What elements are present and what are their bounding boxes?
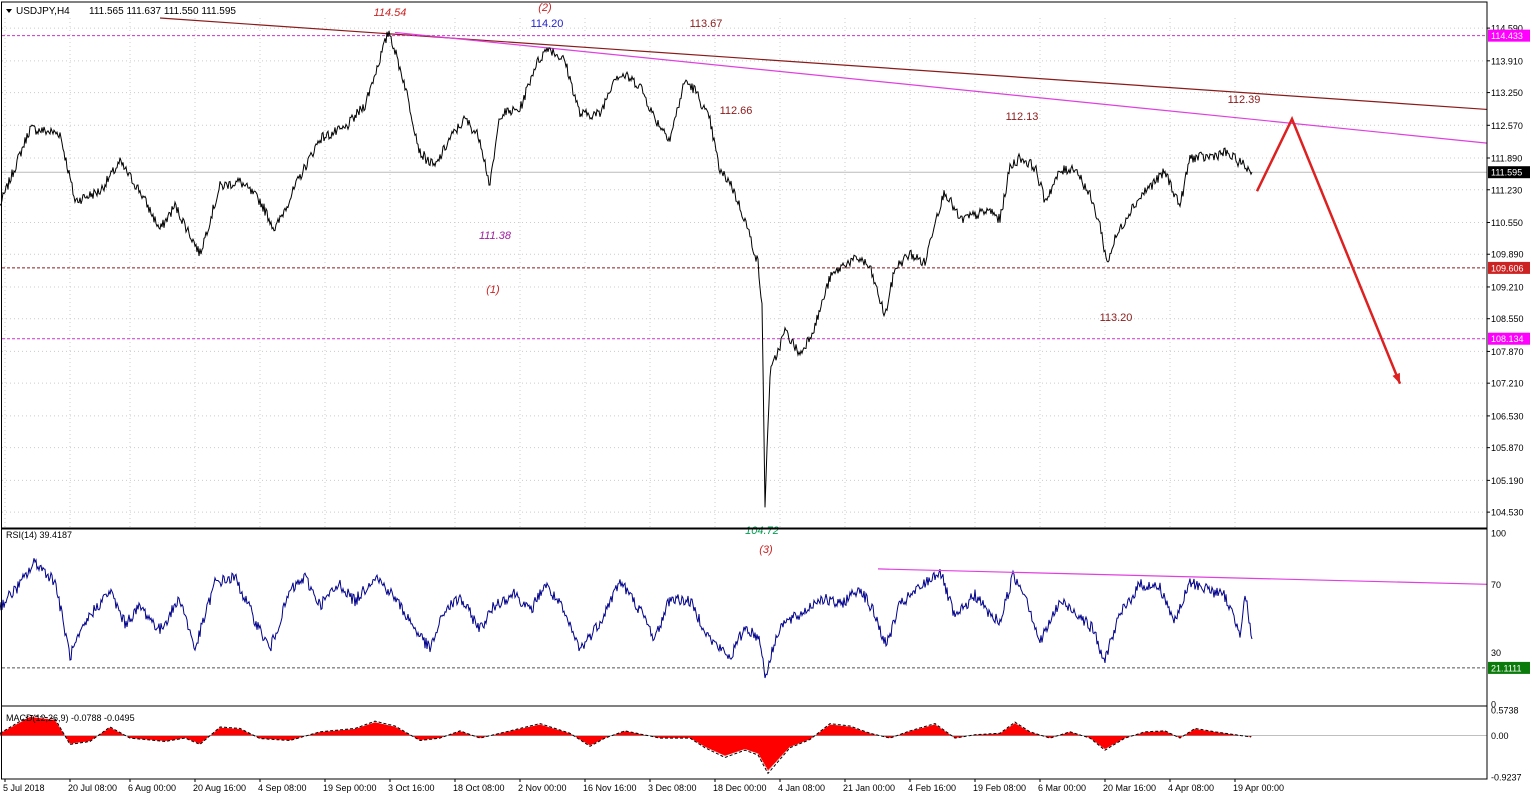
symbol-timeframe: USDJPY,H4 [16,6,70,17]
price-tick-label: 113.250 [1491,88,1523,98]
annotation-label: 112.66 [720,105,753,117]
time-tick-label: 18 Oct 08:00 [453,783,505,793]
price-tick-label: 106.530 [1491,411,1524,421]
price-tick-label: 107.210 [1491,379,1524,389]
time-tick-label: 20 Jul 08:00 [68,783,117,793]
time-tick-label: 20 Aug 16:00 [193,783,246,793]
time-tick-label: 4 Sep 08:00 [258,783,307,793]
price-tick-label: 110.550 [1491,218,1523,228]
macd-tick-label: -0.9237 [1491,773,1522,783]
rsi-level-tag: 21.1111 [1491,663,1522,673]
annotation-label: (2) [538,2,552,14]
time-tick-label: 6 Mar 00:00 [1038,783,1086,793]
annotation-label: (3) [759,544,773,556]
annotation-label: 112.13 [1006,111,1039,123]
annotation-label: 104.72 [745,525,779,537]
price-tick-label: 109.210 [1491,282,1524,292]
macd-tick-label: 0.00 [1491,731,1509,741]
price-tick-label: 105.870 [1491,443,1524,453]
time-tick-label: 4 Jan 08:00 [778,783,825,793]
rsi-label: RSI(14) 39.4187 [6,530,72,540]
time-tick-label: 4 Feb 16:00 [908,783,956,793]
price-tick-label: 104.530 [1491,508,1524,518]
time-tick-label: 21 Jan 00:00 [843,783,895,793]
price-tick-label: 112.570 [1491,121,1523,131]
macd-tick-label: 0.5738 [1491,706,1519,716]
time-tick-label: 5 Jul 2018 [3,783,45,793]
price-tick-label: 111.890 [1491,154,1522,164]
time-tick-label: 3 Dec 08:00 [648,783,697,793]
price-tick-label: 109.890 [1491,250,1524,260]
price-tag-label: 114.433 [1491,31,1523,41]
annotation-label: 114.20 [531,18,564,30]
time-tick-label: 2 Nov 00:00 [518,783,567,793]
time-tick-label: 20 Mar 16:00 [1103,783,1156,793]
time-tick-label: 19 Sep 00:00 [323,783,377,793]
time-tick-label: 16 Nov 16:00 [583,783,637,793]
price-tick-label: 105.190 [1491,476,1524,486]
ohlc-values: 111.565 111.637 111.550 111.595 [89,6,236,17]
price-tick-label: 108.550 [1491,314,1524,324]
annotation-label: 114.54 [374,7,407,19]
time-tick-label: 3 Oct 16:00 [388,783,435,793]
price-tick-label: 107.870 [1491,347,1524,357]
rsi-tick-label: 30 [1491,648,1501,658]
price-tag-label: 109.606 [1491,263,1524,273]
annotation-label: 113.20 [1100,312,1133,324]
price-tick-label: 113.910 [1491,56,1523,66]
annotation-label: 113.67 [690,18,723,30]
chart-header: USDJPY,H4 111.565 111.637 111.550 111.59… [6,6,236,17]
price-tag-label: 111.595 [1491,168,1522,178]
time-tick-label: 4 Apr 08:00 [1168,783,1214,793]
price-tick-label: 111.230 [1491,185,1522,195]
annotation-label: 112.39 [1228,94,1261,106]
time-tick-label: 6 Aug 00:00 [128,783,176,793]
annotation-label: (1) [486,284,500,296]
rsi-tick-label: 100 [1491,529,1506,539]
trading-chart[interactable]: 114.54 (2) 114.20 113.67 112.66 112.13 112.39 1… [0,0,1532,797]
annotation-label: 111.38 [479,230,512,242]
macd-label: MACD(12,26,9) -0.0788 -0.0495 [6,713,135,723]
price-tag-label: 108.134 [1491,334,1524,344]
rsi-tick-label: 70 [1491,580,1501,590]
time-tick-label: 19 Feb 08:00 [973,783,1026,793]
time-tick-label: 18 Dec 00:00 [713,783,767,793]
time-tick-label: 19 Apr 00:00 [1233,783,1284,793]
